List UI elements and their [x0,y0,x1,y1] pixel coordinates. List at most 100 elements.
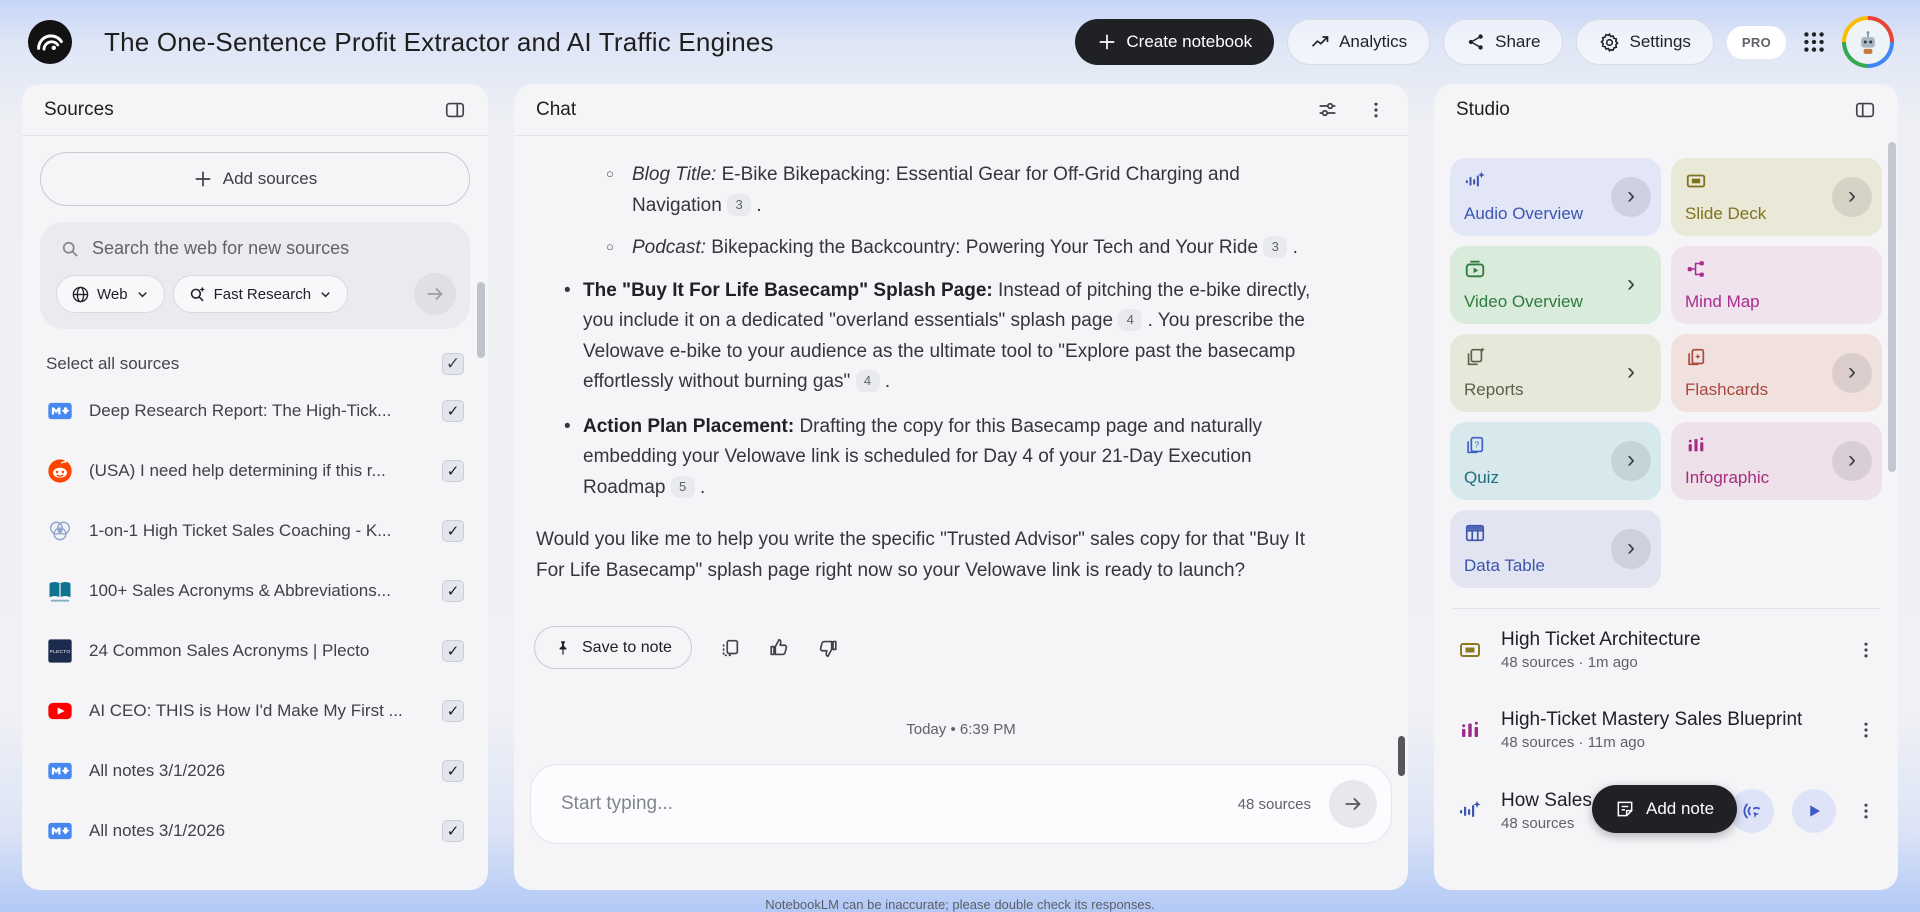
studio-item-title: High Ticket Architecture [1501,629,1836,651]
share-button[interactable]: Share [1443,19,1563,65]
research-mode-label: Fast Research [214,286,312,303]
tile-video-overview[interactable]: Video Overview [1450,246,1661,324]
source-item[interactable]: Deep Research Report: The High-Tick... ✓ [40,387,470,435]
chat-bullet: Podcast: Bikepacking the Backcountry: Po… [534,233,1330,264]
citation-badge[interactable]: 3 [1263,236,1287,258]
play-button[interactable] [1792,789,1836,833]
add-sources-button[interactable]: Add sources [40,152,470,206]
tile-mind-map[interactable]: Mind Map [1671,246,1882,324]
search-icon [60,239,80,259]
audio-waveform-icon [1456,798,1483,825]
source-item[interactable]: All notes 3/1/2026 ✓ [40,747,470,795]
add-sources-label: Add sources [223,169,318,189]
mind-map-icon [1685,258,1707,280]
search-input[interactable] [92,238,452,259]
source-title: AI CEO: THIS is How I'd Make My First ..… [89,701,427,721]
source-checkbox[interactable]: ✓ [442,700,464,722]
tile-quiz[interactable]: ? Quiz [1450,422,1661,500]
thumb-down-icon[interactable] [817,637,839,659]
citation-badge[interactable]: 4 [1118,309,1142,331]
avatar[interactable] [1842,16,1894,68]
thumb-up-icon[interactable] [768,637,790,659]
chevron-right-icon[interactable] [1611,177,1651,217]
source-title: 100+ Sales Acronyms & Abbreviations... [89,581,427,601]
source-title: Deep Research Report: The High-Tick... [89,401,427,421]
citation-badge[interactable]: 4 [856,370,880,392]
source-checkbox[interactable]: ✓ [442,640,464,662]
tile-reports[interactable]: Reports [1450,334,1661,412]
quiz-icon: ? [1464,434,1486,456]
copy-icon[interactable] [719,637,741,659]
settings-button[interactable]: Settings [1576,19,1713,65]
add-note-button[interactable]: Add note [1592,785,1737,833]
plecto-icon: PLECTO [46,637,74,665]
item-menu-icon[interactable] [1854,638,1878,662]
source-checkbox[interactable]: ✓ [442,580,464,602]
globe-icon [71,285,90,304]
chat-scrollbar[interactable] [1398,736,1405,776]
chat-input[interactable] [561,793,1238,815]
source-checkbox[interactable]: ✓ [442,400,464,422]
search-submit-button[interactable] [414,273,456,315]
source-item[interactable]: 1-on-1 High Ticket Sales Coaching - K...… [40,507,470,555]
sources-panel: Sources Add sources Web [22,84,488,890]
panel-collapse-icon[interactable] [444,99,466,121]
apps-grid-icon[interactable] [1799,27,1829,57]
tile-audio-overview[interactable]: Audio Overview [1450,158,1661,236]
tile-data-table[interactable]: Data Table [1450,510,1661,588]
analytics-button[interactable]: Analytics [1287,19,1430,65]
citation-badge[interactable]: 3 [727,194,751,216]
robot-avatar [1853,27,1883,57]
create-notebook-label: Create notebook [1126,32,1252,52]
source-checkbox[interactable]: ✓ [442,760,464,782]
create-notebook-button[interactable]: Create notebook [1075,19,1274,65]
chevron-right-icon[interactable] [1832,353,1872,393]
select-all-checkbox[interactable]: ✓ [442,353,464,375]
source-item[interactable]: (USA) I need help determining if this r.… [40,447,470,495]
panel-expand-icon[interactable] [1854,99,1876,121]
arrow-right-icon [424,283,446,305]
chevron-right-icon[interactable] [1611,353,1651,393]
chevron-right-icon[interactable] [1611,441,1651,481]
chat-menu-icon[interactable] [1366,99,1386,120]
chevron-right-icon[interactable] [1611,529,1651,569]
tile-infographic[interactable]: Infographic [1671,422,1882,500]
tile-slide-deck[interactable]: Slide Deck [1671,158,1882,236]
tune-icon[interactable] [1317,99,1338,120]
source-checkbox[interactable]: ✓ [442,520,464,542]
video-icon [1464,258,1486,280]
data-table-icon [1464,522,1486,544]
tile-flashcards[interactable]: Flashcards [1671,334,1882,412]
notebooklm-logo[interactable] [26,18,74,66]
web-source-dropdown[interactable]: Web [56,275,165,313]
slide-deck-icon [1685,170,1707,192]
item-menu-icon[interactable] [1854,799,1878,823]
sources-title: Sources [44,99,114,121]
source-checkbox[interactable]: ✓ [442,460,464,482]
studio-item[interactable]: High Ticket Architecture 48 sources · 1m… [1456,629,1878,671]
source-item[interactable]: All notes 3/1/2026 ✓ [40,807,470,855]
plus-icon [1097,32,1117,52]
research-mode-dropdown[interactable]: Fast Research [173,275,349,313]
source-item[interactable]: 100+ Sales Acronyms & Abbreviations... ✓ [40,567,470,615]
chevron-right-icon[interactable] [1832,441,1872,481]
save-to-note-button[interactable]: Save to note [534,626,692,669]
chevron-right-icon[interactable] [1832,177,1872,217]
chat-bullet: Blog Title: E-Bike Bikepacking: Essentia… [534,160,1330,221]
sources-scrollbar[interactable] [477,282,485,358]
select-all-row: Select all sources ✓ [46,353,464,375]
chat-timestamp: Today • 6:39 PM [514,721,1408,738]
web-dropdown-label: Web [97,286,128,303]
chevron-right-icon[interactable] [1611,265,1651,305]
send-button[interactable] [1329,780,1377,828]
source-item[interactable]: PLECTO 24 Common Sales Acronyms | Plecto… [40,627,470,675]
svg-text:PLECTO: PLECTO [50,649,71,654]
source-checkbox[interactable]: ✓ [442,820,464,842]
studio-header: Studio [1434,84,1898,136]
studio-scrollbar[interactable] [1888,142,1896,472]
item-menu-icon[interactable] [1854,718,1878,742]
chat-header: Chat [514,84,1408,136]
citation-badge[interactable]: 5 [671,476,695,498]
studio-item[interactable]: High-Ticket Mastery Sales Blueprint 48 s… [1456,709,1878,751]
source-item[interactable]: AI CEO: THIS is How I'd Make My First ..… [40,687,470,735]
